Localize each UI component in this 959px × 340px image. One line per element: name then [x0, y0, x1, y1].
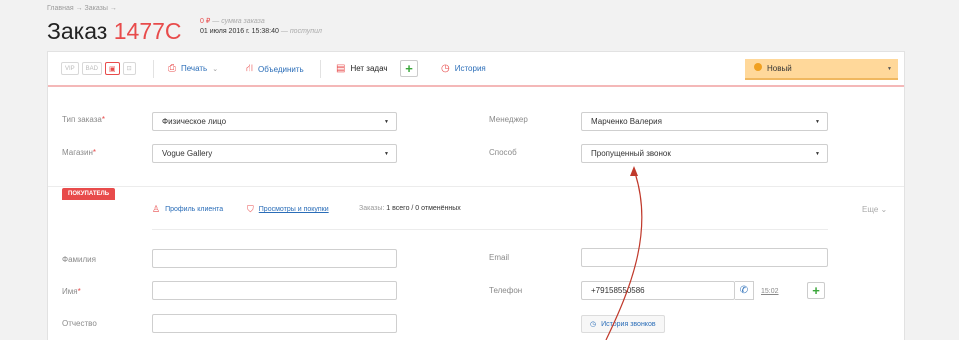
- toolbar-divider: [153, 60, 154, 78]
- marker-buttons: VIP BAD ▣ ⊡: [61, 62, 136, 75]
- bad-button[interactable]: BAD: [81, 62, 103, 75]
- section-divider: [48, 186, 904, 187]
- cart-icon[interactable]: ⊡: [122, 62, 136, 75]
- order-type-label: Тип заказа*: [62, 115, 105, 124]
- tasks-button[interactable]: ▤ Нет задач: [336, 63, 388, 74]
- order-meta: 0 ₽ — сумма заказа 01 июля 2016 г. 15:38…: [200, 17, 322, 37]
- required-mark: *: [92, 148, 96, 157]
- more-button[interactable]: Еще ⌄: [862, 205, 887, 214]
- breadcrumb[interactable]: Главная → Заказы →: [47, 5, 117, 12]
- more-label: Еще: [862, 205, 879, 214]
- buyer-section-tag: ПОКУПАТЕЛЬ: [62, 188, 116, 200]
- bag-icon: ⛉: [247, 204, 254, 214]
- shop-value: Vogue Gallery: [162, 149, 213, 158]
- manager-label: Менеджер: [489, 115, 528, 124]
- task-icon: ▤: [336, 63, 346, 74]
- phone-value: +79158550586: [591, 286, 645, 295]
- manager-select[interactable]: Марченко Валерия ▼: [581, 112, 828, 131]
- method-label: Способ: [489, 148, 517, 157]
- order-type-label-text: Тип заказа: [62, 115, 102, 124]
- lastname-field[interactable]: [152, 249, 397, 268]
- call-phone-button[interactable]: ✆: [735, 281, 754, 300]
- print-label: Печать: [181, 64, 208, 73]
- orders-summary: Заказы: 1 всего / 0 отменённых: [359, 205, 461, 212]
- phone-field[interactable]: +79158550586: [581, 281, 735, 300]
- add-task-button[interactable]: +: [400, 60, 418, 77]
- shop-label-text: Магазин: [62, 148, 93, 157]
- calendar-icon[interactable]: ▣: [105, 62, 120, 75]
- clock-icon: ◷: [441, 63, 450, 74]
- required-mark: *: [77, 287, 81, 296]
- order-type-select[interactable]: Физическое лицо ▼: [152, 112, 397, 131]
- call-history-button[interactable]: ◷ История звонков: [581, 315, 665, 333]
- order-type-value: Физическое лицо: [162, 117, 227, 126]
- caret-down-icon: ▼: [887, 66, 892, 72]
- history-label: История: [454, 64, 486, 73]
- user-icon: ♙: [152, 204, 161, 214]
- phone-icon: ✆: [739, 285, 749, 296]
- clock-icon: ◷: [590, 321, 597, 328]
- firstname-label: Имя*: [62, 287, 81, 296]
- title-prefix: Заказ: [47, 18, 108, 44]
- toolbar-divider: [320, 60, 321, 78]
- firstname-label-text: Имя: [62, 287, 78, 296]
- firstname-field[interactable]: [152, 281, 397, 300]
- order-card: VIP BAD ▣ ⊡ ⎙ Печать ⌄ ⛙ Объединить ▤ Не…: [47, 51, 905, 340]
- order-toolbar: VIP BAD ▣ ⊡ ⎙ Печать ⌄ ⛙ Объединить ▤ Не…: [48, 52, 904, 87]
- patronymic-label: Отчество: [62, 319, 97, 328]
- caret-down-icon: ▼: [815, 119, 820, 125]
- vip-button[interactable]: VIP: [61, 62, 79, 75]
- merge-button[interactable]: ⛙ Объединить: [246, 63, 304, 76]
- date-note: — поступил: [280, 28, 322, 35]
- caret-down-icon: ▼: [384, 119, 389, 125]
- views-purchases-link[interactable]: ⛉ Просмотры и покупки: [247, 204, 329, 215]
- call-history-label: История звонков: [601, 320, 656, 328]
- page-title: Заказ 1477C: [47, 18, 182, 45]
- client-profile-link[interactable]: ♙ Профиль клиента: [152, 204, 223, 215]
- printer-icon: ⎙: [168, 63, 176, 74]
- caret-down-icon: ▼: [815, 151, 820, 157]
- section-divider: [152, 229, 828, 230]
- client-profile-label: Профиль клиента: [165, 206, 224, 213]
- merge-label: Объединить: [258, 65, 304, 74]
- email-label: Email: [489, 253, 510, 262]
- status-value: Новый: [767, 64, 792, 73]
- order-number: 1477C: [113, 18, 182, 44]
- print-button[interactable]: ⎙ Печать ⌄: [168, 63, 218, 74]
- lastname-label: Фамилия: [62, 255, 96, 264]
- add-phone-button[interactable]: +: [807, 282, 825, 299]
- order-sum: 0 ₽: [200, 18, 211, 25]
- merge-icon: ⛙: [246, 63, 254, 74]
- history-button[interactable]: ◷ История: [441, 63, 486, 74]
- tasks-label: Нет задач: [350, 64, 388, 73]
- phone-label: Телефон: [489, 286, 523, 295]
- orders-label: Заказы:: [359, 205, 385, 212]
- order-date: 01 июля 2016 г. 15:38:40: [200, 28, 279, 35]
- sum-note: — сумма заказа: [212, 18, 265, 25]
- email-field[interactable]: [581, 248, 828, 267]
- shop-label: Магазин*: [62, 148, 96, 157]
- views-purchases-label: Просмотры и покупки: [258, 206, 329, 213]
- chevron-down-icon: ⌄: [880, 205, 888, 214]
- caret-down-icon: ▼: [384, 151, 389, 157]
- patronymic-field[interactable]: [152, 314, 397, 333]
- last-call-time[interactable]: 15:02: [761, 288, 779, 295]
- orders-value: 1 всего / 0 отменённых: [386, 205, 461, 212]
- status-select[interactable]: Новый ▼: [745, 59, 898, 80]
- chevron-down-icon: ⌄: [212, 65, 219, 73]
- manager-value: Марченко Валерия: [591, 117, 662, 126]
- method-select[interactable]: Пропущенный звонок ▼: [581, 144, 828, 163]
- shop-select[interactable]: Vogue Gallery ▼: [152, 144, 397, 163]
- lightbulb-icon: [754, 63, 762, 71]
- method-value: Пропущенный звонок: [591, 149, 671, 158]
- required-mark: *: [101, 115, 105, 124]
